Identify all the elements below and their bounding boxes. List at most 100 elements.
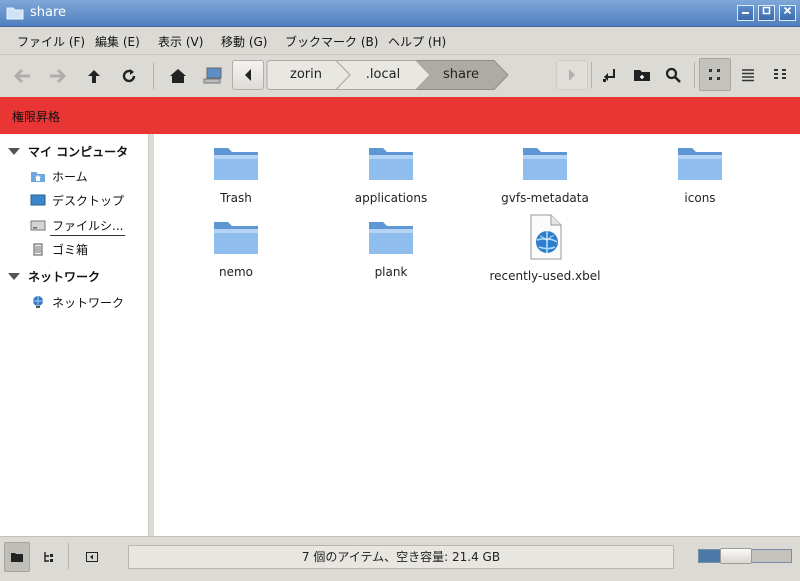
expander-icon[interactable]	[8, 273, 20, 280]
sidebar-item-label: ネットワーク	[52, 295, 125, 310]
new-folder-icon	[634, 69, 650, 81]
open-terminal-button[interactable]	[594, 58, 626, 91]
file-name: plank	[374, 265, 408, 279]
compact-view-button[interactable]	[764, 58, 796, 91]
up-button[interactable]	[79, 62, 109, 90]
home-folder-icon	[31, 172, 45, 182]
computer-button[interactable]	[198, 62, 228, 90]
breadcrumb-share[interactable]: share	[428, 60, 494, 90]
breadcrumb-zorin[interactable]: zorin	[276, 60, 336, 90]
arrow-up-icon	[88, 70, 100, 83]
sidebar-toggle-icon	[86, 552, 98, 562]
list-view-button[interactable]	[732, 58, 764, 91]
breadcrumb-back-button[interactable]	[232, 60, 264, 90]
menu-help[interactable]: ヘルプ (H)	[388, 33, 446, 50]
back-button[interactable]	[8, 62, 38, 90]
menu-bookmarks[interactable]: ブックマーク (B)	[285, 33, 378, 50]
capacity-bar	[50, 235, 126, 236]
file-name: Trash	[220, 191, 252, 205]
zoom-track-rest	[752, 550, 791, 562]
sidebar-section-network[interactable]: ネットワーク	[8, 268, 100, 285]
file-name: nemo	[218, 265, 254, 279]
file-item-trash[interactable]: Trash	[171, 144, 301, 205]
minimize-button[interactable]	[737, 5, 754, 21]
title-bar: share	[0, 0, 800, 27]
elevated-privileges-banner: 権限昇格	[0, 97, 800, 134]
icon-view-button[interactable]	[699, 58, 731, 91]
sidebar: マイ コンピュータ ホーム デスクトップ ファイルシ... ゴミ箱 ネットワーク…	[0, 134, 149, 536]
reload-button[interactable]	[114, 62, 144, 90]
menu-edit[interactable]: 編集 (E)	[95, 33, 140, 50]
triangle-left-icon	[245, 69, 251, 81]
status-bar: 7 個のアイテム、空き容量: 21.4 GB	[0, 536, 800, 581]
banner-text: 権限昇格	[12, 110, 61, 124]
maximize-icon	[762, 6, 771, 15]
arrow-left-icon	[14, 68, 30, 84]
home-button[interactable]	[163, 62, 193, 90]
sidebar-item-home[interactable]: ホーム	[30, 166, 88, 186]
grid-icon	[709, 68, 720, 80]
file-name: icons	[684, 191, 716, 205]
toggle-sidebar-button[interactable]	[79, 542, 105, 572]
enter-arrow-icon	[603, 68, 615, 82]
forward-button[interactable]	[42, 62, 72, 90]
close-icon	[783, 6, 792, 15]
minimize-icon	[742, 12, 749, 14]
status-separator	[68, 543, 69, 569]
toolbar-separator	[694, 62, 695, 88]
file-item-gvfs-metadata[interactable]: gvfs-metadata	[480, 144, 610, 205]
home-icon	[170, 69, 186, 83]
file-name: recently-used.xbel	[489, 269, 601, 283]
sidebar-item-desktop[interactable]: デスクトップ	[30, 190, 124, 210]
file-item-icons[interactable]: icons	[635, 144, 765, 205]
folder-icon	[6, 7, 24, 20]
folder-icon	[678, 148, 722, 180]
file-item-nemo[interactable]: nemo	[171, 218, 301, 279]
folder-icon	[11, 553, 23, 562]
search-icon	[665, 67, 681, 83]
toolbar-separator	[153, 63, 154, 89]
tree-icon	[44, 552, 53, 562]
expander-icon[interactable]	[8, 148, 20, 155]
breadcrumb-local[interactable]: .local	[350, 60, 416, 90]
window-title: share	[30, 5, 67, 20]
file-item-plank[interactable]: plank	[326, 218, 456, 279]
search-button[interactable]	[657, 58, 689, 91]
folder-icon	[369, 222, 413, 254]
show-places-button[interactable]	[4, 542, 30, 572]
toolbar-separator	[591, 62, 592, 88]
sidebar-item-label: ファイルシ...	[52, 218, 124, 233]
menu-view[interactable]: 表示 (V)	[158, 33, 203, 50]
file-item-applications[interactable]: applications	[326, 144, 456, 205]
folder-icon	[369, 148, 413, 180]
menu-go[interactable]: 移動 (G)	[221, 33, 267, 50]
list-icon	[742, 68, 754, 81]
new-folder-button[interactable]	[626, 58, 658, 91]
menu-file[interactable]: ファイル (F)	[17, 33, 85, 50]
sidebar-item-label: ゴミ箱	[52, 242, 89, 257]
zoom-slider[interactable]	[698, 548, 792, 564]
show-tree-button[interactable]	[36, 542, 62, 572]
computer-icon	[203, 67, 222, 84]
status-text: 7 個のアイテム、空き容量: 21.4 GB	[128, 545, 674, 569]
file-item-recently-used[interactable]: recently-used.xbel	[480, 214, 610, 283]
desktop-icon	[30, 194, 46, 206]
sidebar-section-my-computer[interactable]: マイ コンピュータ	[8, 143, 128, 160]
breadcrumb-forward-button[interactable]	[556, 60, 588, 90]
reload-icon	[122, 69, 136, 83]
folder-icon	[214, 148, 258, 180]
sidebar-item-trash[interactable]: ゴミ箱	[30, 239, 88, 259]
arrow-right-icon	[50, 68, 66, 84]
folder-icon	[523, 148, 567, 180]
xml-document-icon	[530, 214, 562, 260]
file-name: gvfs-metadata	[501, 191, 589, 205]
compact-list-icon	[774, 68, 786, 79]
sidebar-item-filesystem[interactable]: ファイルシ...	[30, 215, 126, 236]
close-button[interactable]	[779, 5, 796, 21]
maximize-button[interactable]	[758, 5, 775, 21]
zoom-slider-thumb[interactable]	[720, 548, 752, 564]
sidebar-item-network[interactable]: ネットワーク	[30, 292, 124, 312]
network-icon	[33, 296, 43, 308]
file-name: applications	[354, 191, 428, 205]
trash-icon	[33, 243, 43, 256]
